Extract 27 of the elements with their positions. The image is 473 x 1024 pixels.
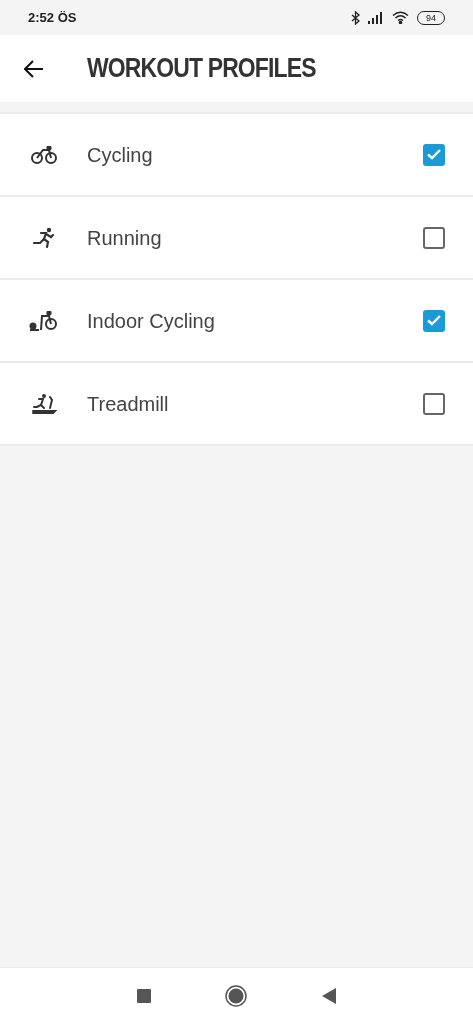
profile-row[interactable]: Treadmill [0, 361, 473, 444]
profile-checkbox[interactable] [423, 143, 445, 166]
checkmark-icon [427, 149, 441, 160]
page-title: WORKOUT PROFILES [87, 52, 316, 86]
profile-row[interactable]: Running [0, 195, 473, 278]
profile-row[interactable]: Cycling [0, 112, 473, 195]
profile-checkbox[interactable] [423, 309, 445, 332]
bluetooth-icon [351, 10, 360, 25]
runner-icon [31, 226, 56, 249]
profile-checkbox[interactable] [423, 392, 445, 415]
recent-apps-icon[interactable] [137, 989, 152, 1003]
profile-checkbox[interactable] [423, 226, 445, 249]
back-triangle-icon[interactable] [321, 988, 336, 1004]
profile-row[interactable]: Indoor Cycling [0, 278, 473, 361]
profile-label: Running [87, 225, 163, 251]
signal-icon [368, 11, 384, 24]
status-time: 2:52 ÖS [28, 8, 77, 27]
home-icon[interactable] [225, 985, 248, 1007]
wifi-icon [392, 11, 409, 24]
bicycle-icon [29, 145, 58, 164]
profile-label: Cycling [87, 142, 154, 168]
profile-label: Treadmill [87, 391, 170, 417]
profile-label: Indoor Cycling [87, 308, 216, 334]
back-arrow-icon [24, 59, 44, 78]
indoor-bicycle-icon [28, 310, 59, 331]
treadmill-icon [30, 392, 57, 415]
checkmark-icon [427, 315, 441, 326]
